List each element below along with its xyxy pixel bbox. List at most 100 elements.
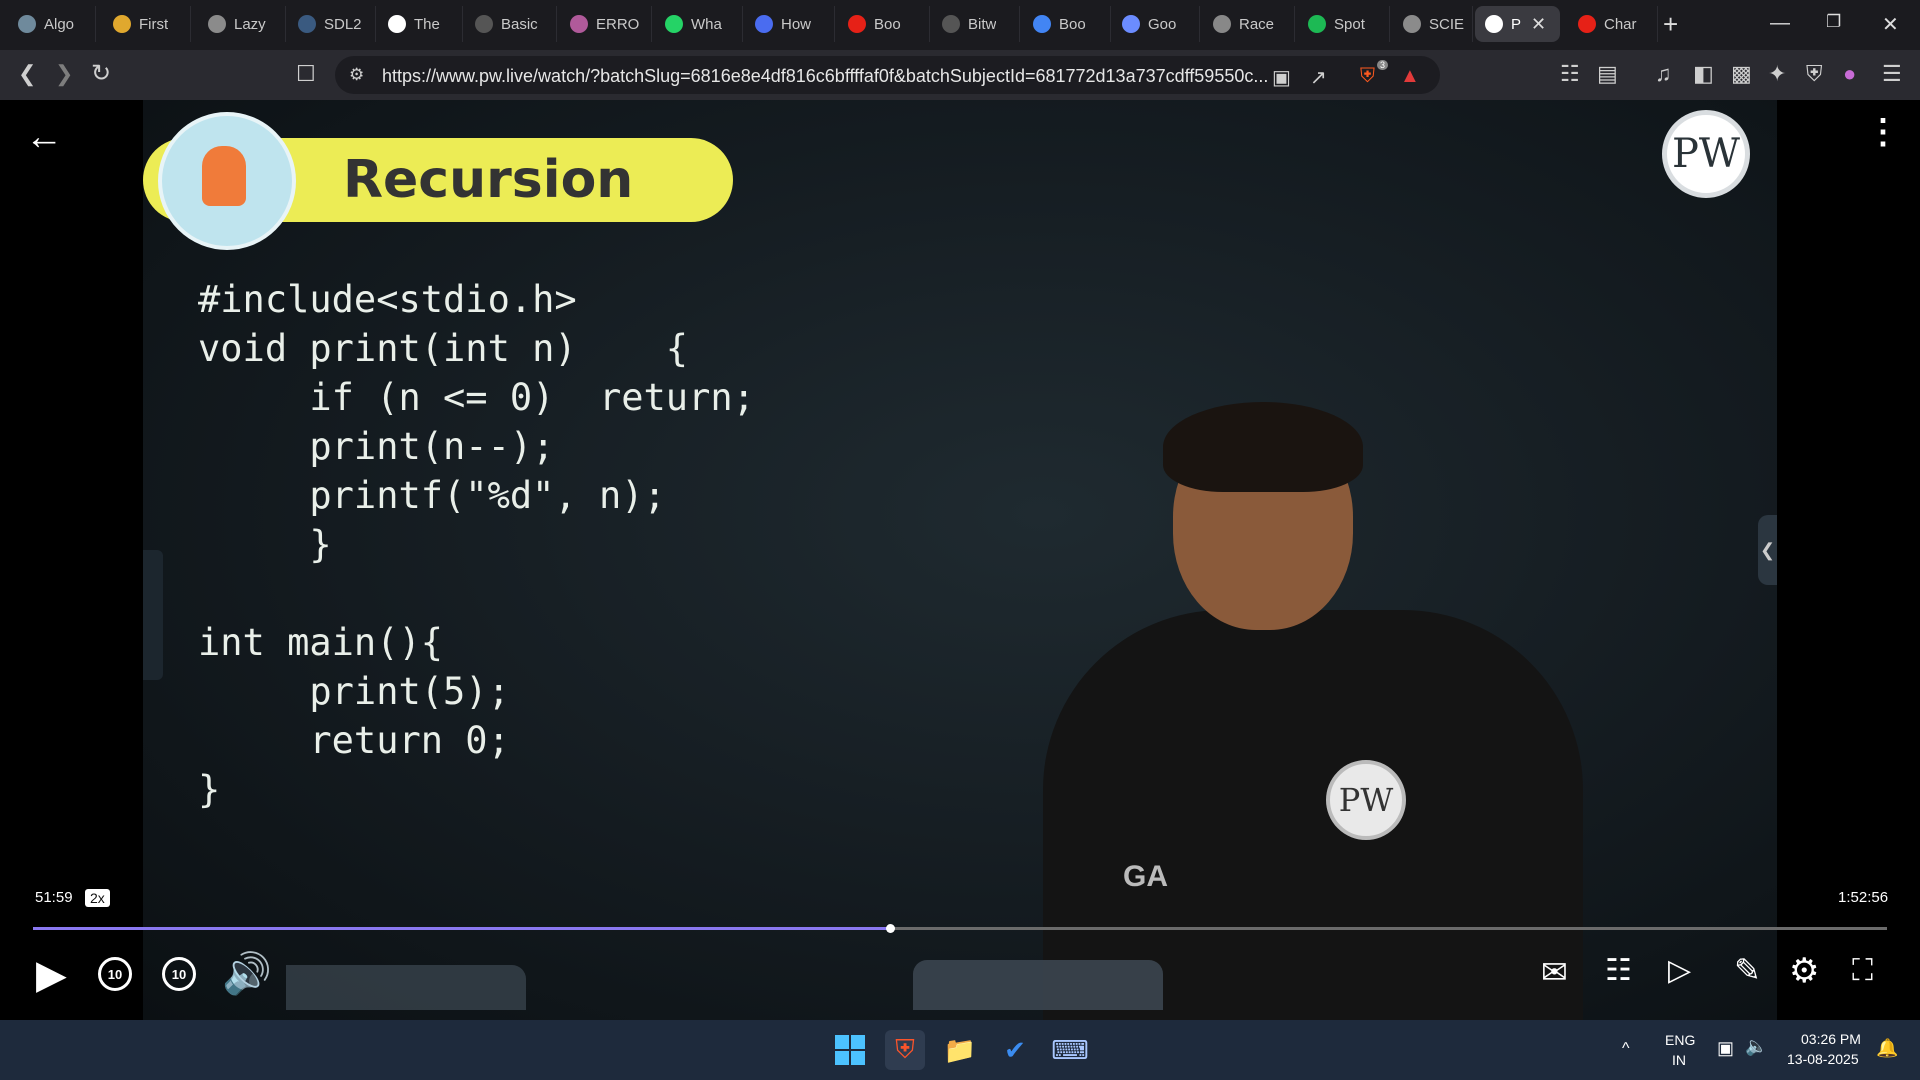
video-frame[interactable]: Recursion PW #include<stdio.h> void print… <box>143 100 1777 1020</box>
extensions-icon[interactable]: ☷ <box>1560 63 1580 85</box>
tab-16[interactable]: SCIE <box>1393 6 1473 42</box>
google-icon <box>1033 15 1051 33</box>
right-panel-handle[interactable]: ❮ <box>1758 515 1777 585</box>
notes-icon[interactable]: ✎ <box>1734 954 1761 986</box>
sidebar-icon[interactable]: ◧ <box>1693 63 1714 85</box>
openai-icon <box>1213 15 1231 33</box>
tab-1[interactable]: Algo <box>8 6 96 42</box>
reload-icon[interactable]: ↻ <box>91 62 111 86</box>
url-text[interactable]: https://www.pw.live/watch/?batchSlug=681… <box>382 66 1268 87</box>
media-icon[interactable]: ♫ <box>1655 63 1672 85</box>
menu-icon[interactable]: ☰ <box>1882 63 1902 85</box>
start-icon[interactable] <box>830 1030 870 1070</box>
tab-10[interactable]: Boo <box>838 6 930 42</box>
chat-icon[interactable]: ✉ <box>1541 956 1568 988</box>
sdl-icon <box>298 15 316 33</box>
play-icon[interactable]: ▶ <box>36 955 67 995</box>
bookmark-icon[interactable]: ☐ <box>296 63 316 85</box>
tab-18[interactable]: Char <box>1568 6 1658 42</box>
code-line: #include<stdio.h> <box>198 278 577 321</box>
settings-icon[interactable]: ⚙ <box>1789 954 1819 988</box>
tab-label: ERRO <box>596 15 640 33</box>
back-arrow-icon[interactable]: ← <box>25 118 63 156</box>
shields-count-badge: 3 <box>1377 60 1389 70</box>
speaker-icon <box>1485 15 1503 33</box>
todo-icon[interactable]: ✔ <box>995 1030 1035 1070</box>
clock-time[interactable]: 03:26 PM <box>1801 1031 1861 1047</box>
volume-icon[interactable]: 🔊 <box>222 954 272 994</box>
notification-bell-icon[interactable]: 🔔 <box>1876 1038 1898 1059</box>
clock-date[interactable]: 13-08-2025 <box>1787 1051 1859 1067</box>
tab-5[interactable]: The <box>378 6 463 42</box>
speaker-icon[interactable]: 🔈 <box>1745 1036 1767 1057</box>
tab-label: First <box>139 15 169 33</box>
more-options-icon[interactable]: ⋮ <box>1866 115 1900 149</box>
language-region[interactable]: IN <box>1672 1052 1686 1068</box>
back-icon[interactable]: ❮ <box>18 63 36 85</box>
install-app-icon[interactable]: ▣ <box>1272 65 1291 90</box>
tab-2[interactable]: First <box>103 6 191 42</box>
mascot-image <box>158 112 296 250</box>
rewind-10-icon[interactable]: 10 <box>98 957 132 991</box>
code-line: print(n--); <box>198 425 555 468</box>
picture-in-picture-icon[interactable]: ▷ <box>1668 956 1691 986</box>
address-bar[interactable]: ⚙ https://www.pw.live/watch/?batchSlug=6… <box>335 56 1440 94</box>
site-info-icon[interactable]: ⚙ <box>349 65 364 85</box>
fullscreen-icon[interactable]: ⛶ <box>1852 956 1873 986</box>
teacher-image: PW GA <box>1043 402 1583 1020</box>
pw-logo: PW <box>1662 110 1750 198</box>
wallet-icon[interactable]: ▩ <box>1731 63 1752 85</box>
minimize-icon[interactable]: — <box>1770 12 1790 35</box>
close-tab-icon[interactable]: ✕ <box>1531 14 1546 35</box>
tab-14[interactable]: Race <box>1203 6 1295 42</box>
tab-4[interactable]: SDL2 <box>288 6 376 42</box>
code-line: if (n <= 0) return; <box>198 376 755 419</box>
code-line: int main(){ <box>198 621 444 664</box>
gemini-icon <box>1122 15 1140 33</box>
tab-9[interactable]: How <box>745 6 835 42</box>
tab-label: Lazy <box>234 15 266 33</box>
playback-speed[interactable]: 2x <box>85 889 110 907</box>
profile-icon[interactable]: ● <box>1843 63 1856 85</box>
bookmark-icon <box>755 15 773 33</box>
language-code[interactable]: ENG <box>1665 1032 1695 1048</box>
tab-label: Wha <box>691 15 722 33</box>
code-block: #include<stdio.h> void print(int n) { if … <box>198 275 755 814</box>
tab-3[interactable]: Lazy <box>198 6 286 42</box>
brave-rewards-icon[interactable]: ▲ <box>1400 65 1420 88</box>
tab-12[interactable]: Boo <box>1023 6 1111 42</box>
leo-ai-icon[interactable]: ✦ <box>1768 63 1786 85</box>
brave-shields-icon[interactable]: ⛨ <box>1360 65 1375 88</box>
tab-13[interactable]: Goo <box>1112 6 1200 42</box>
close-window-icon[interactable]: ✕ <box>1882 12 1899 37</box>
code-line: void print(int n) { <box>198 327 689 370</box>
tab-7[interactable]: ERRO <box>560 6 652 42</box>
network-icon[interactable]: ▣ <box>1717 1038 1734 1059</box>
first-icon <box>113 15 131 33</box>
tab-6[interactable]: Basic <box>465 6 557 42</box>
left-panel-handle[interactable] <box>143 550 163 680</box>
tab-11[interactable]: Bitw <box>932 6 1020 42</box>
file-explorer-icon[interactable]: 📁 <box>940 1030 980 1070</box>
tab-label: SCIE <box>1429 15 1465 33</box>
restore-icon[interactable]: ❐ <box>1826 12 1841 32</box>
forward-10-icon[interactable]: 10 <box>162 957 196 991</box>
site-icon <box>475 15 493 33</box>
tab-label: Algo <box>44 15 75 33</box>
tab-17[interactable]: P ✕ <box>1475 6 1560 42</box>
tray-overflow-icon[interactable]: ^ <box>1622 1040 1630 1058</box>
reader-mode-icon[interactable]: ▤ <box>1597 63 1618 85</box>
keyboard-app-icon[interactable]: ⌨ <box>1050 1030 1090 1070</box>
video-player[interactable]: Recursion PW #include<stdio.h> void print… <box>0 100 1920 1020</box>
seek-bar[interactable] <box>33 924 1887 933</box>
share-icon[interactable]: ↗ <box>1310 65 1327 90</box>
vpn-icon[interactable]: ⛨ <box>1806 63 1823 85</box>
brave-browser-icon[interactable]: ⛨ <box>885 1030 925 1070</box>
tab-15[interactable]: Spot <box>1298 6 1390 42</box>
shirt-logo: PW <box>1326 760 1406 840</box>
translate-icon[interactable]: ☷ <box>1605 956 1632 986</box>
tab-8[interactable]: Wha <box>655 6 743 42</box>
new-tab-button[interactable]: + <box>1663 10 1678 38</box>
forward-icon[interactable]: ❯ <box>55 63 73 85</box>
